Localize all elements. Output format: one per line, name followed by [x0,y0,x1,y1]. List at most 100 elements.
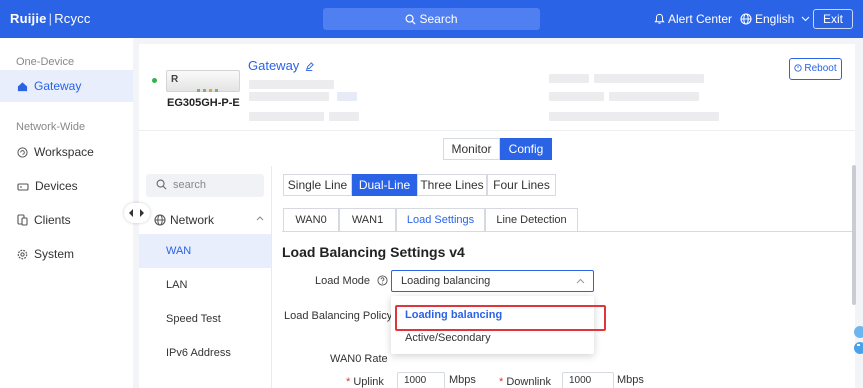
policy-label: Load Balancing Policy [284,310,393,322]
section-network-wide: Network-Wide [16,121,86,133]
alert-center-button[interactable]: Alert Center [654,12,732,26]
tab-load-settings[interactable]: Load Settings [396,208,485,232]
tab-wan0[interactable]: WAN0 [283,208,339,232]
chevron-right-icon [140,209,144,217]
required-mark: * [346,376,351,388]
vertical-scrollbar[interactable] [852,165,856,305]
nav-item-system[interactable]: System [0,238,133,270]
section-title: Load Balancing Settings v4 [282,244,465,260]
chevron-left-icon [129,209,133,217]
home-icon [17,82,28,92]
sub-navigation: search Network WAN LAN Speed Test IPv6 A… [139,166,272,388]
redacted-info [249,92,329,101]
gear-icon [17,249,28,260]
tab-dual-line[interactable]: Dual-Line [352,174,417,196]
subnav-group-label: Network [170,213,215,227]
tab-wan1[interactable]: WAN1 [339,208,396,232]
load-mode-label-text: Load Mode [315,275,371,287]
language-label: English [755,12,795,26]
tab-underline [282,231,855,232]
nav-item-system-label: System [34,247,75,261]
downlink-unit: Mbps [617,374,644,386]
tab-config[interactable]: Config [500,138,552,160]
globe-icon [154,214,166,226]
redacted-info [329,112,359,121]
assistant-icon[interactable] [848,318,863,358]
exit-button[interactable]: Exit [813,9,853,29]
chevron-down-icon [801,16,810,22]
reboot-button[interactable]: Reboot [789,58,842,80]
device-name-link[interactable]: Gateway [248,58,314,73]
redacted-info [249,80,334,89]
alert-center-label: Alert Center [668,12,733,26]
uplink-input[interactable]: 1000 [397,372,445,388]
redacted-info [549,92,604,101]
redacted-info [337,92,357,101]
left-navigation: One-Device Gateway Network-Wide Workspac… [0,38,133,388]
global-search-button[interactable]: Search [323,8,540,30]
clients-icon [17,214,28,226]
logo: Ruijie | Rcycc [10,11,91,26]
required-mark: * [499,376,504,388]
tab-four-lines[interactable]: Four Lines [487,174,556,196]
load-mode-select[interactable]: Loading balancing [391,270,594,292]
logo-cloud: Rcycc [54,11,91,26]
uplink-label: * Uplink [346,376,384,388]
wan0-rate-label: WAN0 Rate [330,353,388,365]
subnav-group-network[interactable]: Network [154,213,264,227]
device-leds [197,81,227,92]
language-selector[interactable]: English [740,12,813,26]
section-one-device: One-Device [16,56,75,68]
device-header-card: R EG305GH-P-E Gateway Reboot [139,44,855,130]
subnav-search-placeholder: search [173,179,207,191]
reboot-label: Reboot [804,63,837,74]
device-image-letter: R [171,74,179,85]
downlink-input[interactable]: 1000 [562,372,614,388]
load-mode-label: Load Mode [315,275,388,287]
load-mode-value: Loading balancing [401,275,491,287]
help-icon[interactable] [377,275,388,286]
chevron-up-icon [576,278,585,284]
divider [139,130,855,131]
device-name: Gateway [248,58,300,73]
top-bar: Ruijie | Rcycc Search Alert Center English… [0,0,863,38]
nav-item-gateway[interactable]: Gateway [0,70,133,102]
config-panel: Monitor Config search Network WAN LAN Sp… [139,130,855,388]
nav-item-devices[interactable]: Devices [0,170,133,202]
search-icon [156,179,167,190]
global-search-label: Search [419,12,458,26]
uplink-unit: Mbps [449,374,476,386]
nav-item-gateway-label: Gateway [34,79,82,93]
nav-item-workspace[interactable]: Workspace [0,136,133,168]
bell-icon [654,13,665,24]
online-status-dot [152,78,157,83]
downlink-label: * Downlink [499,376,551,388]
chevron-up-icon [256,216,264,221]
downlink-label-text: Downlink [506,376,551,388]
redacted-info [249,112,324,121]
logo-brand: Ruijie [10,11,47,26]
power-icon [794,64,803,72]
tab-monitor[interactable]: Monitor [443,138,500,160]
subnav-search-input[interactable]: search [146,174,264,197]
nav-item-devices-label: Devices [35,179,78,193]
search-icon [405,14,416,25]
globe-icon [740,13,752,25]
tab-three-lines[interactable]: Three Lines [417,174,487,196]
subnav-item-speed-test[interactable]: Speed Test [139,302,271,336]
tab-single-line[interactable]: Single Line [283,174,352,196]
subnav-item-wan[interactable]: WAN [139,234,271,268]
highlight-box [395,305,606,331]
device-image: R [166,70,240,92]
nav-item-clients[interactable]: Clients [0,204,133,236]
subnav-item-lan[interactable]: LAN [139,268,271,302]
redacted-info [549,74,589,83]
tab-line-detection[interactable]: Line Detection [485,208,578,232]
device-icon [17,183,29,191]
device-model: EG305GH-P-E [167,97,240,109]
subnav-item-ipv6-address[interactable]: IPv6 Address [139,336,271,370]
nav-item-workspace-label: Workspace [34,145,94,159]
nav-item-clients-label: Clients [34,213,71,227]
collapse-toggle[interactable] [124,203,150,223]
edit-icon[interactable] [305,62,314,71]
